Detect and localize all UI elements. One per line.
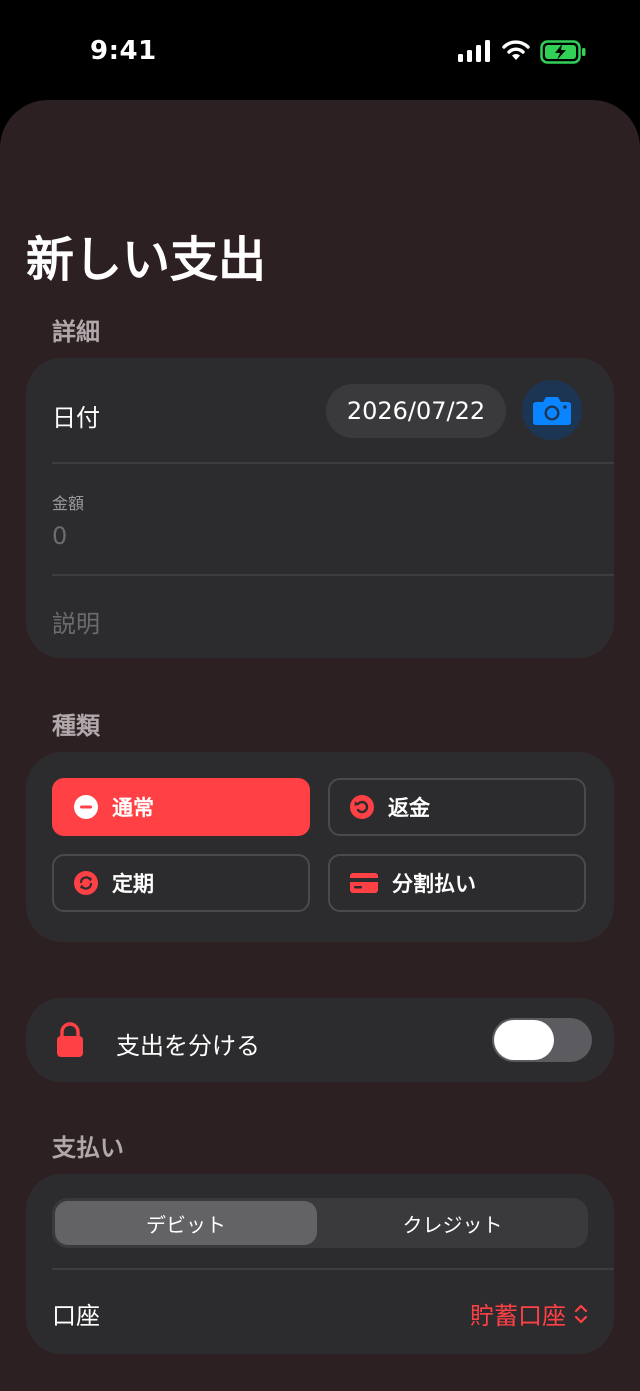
- type-recurring-label: 定期: [112, 872, 154, 896]
- type-installment-label: 分割払い: [392, 872, 476, 896]
- type-normal-button[interactable]: 通常: [52, 778, 310, 836]
- wifi-icon: [502, 40, 530, 60]
- payment-card: デビット クレジット 口座 貯蓄口座: [26, 1174, 614, 1354]
- type-card: 通常 返金 定期 分割払い: [26, 752, 614, 942]
- split-label: 支出を分ける: [116, 1032, 260, 1060]
- recurring-icon: [74, 871, 98, 895]
- account-picker[interactable]: 貯蓄口座: [470, 1296, 588, 1331]
- split-card: 支出を分ける: [26, 998, 614, 1082]
- segment-credit[interactable]: クレジット: [320, 1201, 585, 1245]
- payment-section-title: 支払い: [52, 1134, 124, 1162]
- payment-type-segmented-control: デビット クレジット: [52, 1198, 588, 1248]
- type-refund-button[interactable]: 返金: [328, 778, 586, 836]
- type-normal-label: 通常: [112, 796, 154, 820]
- card-icon: [350, 871, 378, 895]
- account-value: 貯蓄口座: [470, 1302, 566, 1330]
- lock-icon: [57, 1022, 83, 1057]
- date-label: 日付: [52, 404, 100, 432]
- status-bar: 9:41: [0, 0, 640, 100]
- page-title: 新しい支出: [26, 232, 267, 288]
- details-section-title: 詳細: [52, 318, 100, 346]
- toggle-knob: [494, 1020, 554, 1060]
- minus-circle-icon: [74, 795, 98, 819]
- status-time: 9:41: [90, 36, 157, 66]
- divider: [52, 574, 614, 576]
- date-picker[interactable]: 2026/07/22: [326, 384, 506, 438]
- segment-debit[interactable]: デビット: [55, 1201, 317, 1245]
- signal-icon: [458, 40, 490, 62]
- refund-icon: [350, 795, 374, 819]
- details-card: 日付 2026/07/22 金額 0 説明: [26, 358, 614, 658]
- divider: [52, 462, 614, 464]
- amount-input[interactable]: 0: [52, 522, 67, 550]
- type-refund-label: 返金: [388, 796, 430, 820]
- type-recurring-button[interactable]: 定期: [52, 854, 310, 912]
- description-input[interactable]: 説明: [52, 604, 100, 639]
- battery-charging-icon: [540, 40, 586, 64]
- amount-label: 金額: [52, 494, 85, 513]
- split-toggle[interactable]: [492, 1018, 592, 1062]
- camera-icon: [533, 397, 571, 425]
- chevron-up-down-icon: [574, 1304, 588, 1323]
- divider: [52, 1268, 614, 1270]
- camera-button[interactable]: [522, 380, 582, 440]
- account-label: 口座: [52, 1302, 100, 1330]
- type-installment-button[interactable]: 分割払い: [328, 854, 586, 912]
- type-section-title: 種類: [52, 712, 100, 740]
